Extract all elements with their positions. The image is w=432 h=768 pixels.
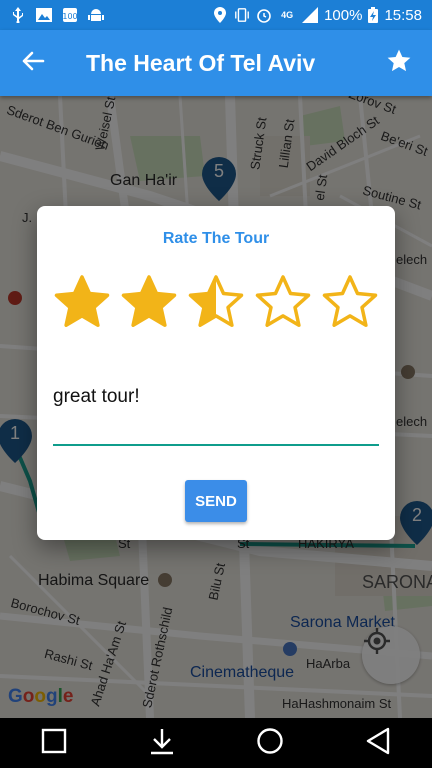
dialog-title: Rate The Tour: [162, 230, 270, 247]
star-icon: [386, 48, 412, 79]
back-icon: [365, 727, 391, 760]
download-button[interactable]: [132, 718, 192, 768]
alarm-icon: [256, 7, 272, 23]
battery-icon: [368, 7, 379, 23]
status-bar: 100 4G 100% 15:58: [0, 0, 432, 30]
recent-apps-button[interactable]: [24, 718, 84, 768]
rating-stars[interactable]: [53, 274, 379, 334]
rating-star-2[interactable]: [120, 274, 178, 332]
vibrate-icon: [234, 7, 250, 23]
back-button[interactable]: [0, 30, 66, 96]
download-icon: [149, 727, 175, 760]
battery-percentage: 100%: [324, 6, 363, 24]
arrow-left-icon: [21, 51, 45, 76]
system-nav-bar: [0, 718, 432, 768]
page-title: The Heart Of Tel Aviv: [86, 49, 316, 76]
home-button[interactable]: [240, 718, 300, 768]
rating-star-3[interactable]: [187, 274, 245, 332]
clock: 15:58: [384, 6, 422, 24]
send-button[interactable]: SEND: [185, 480, 247, 522]
svg-text:100: 100: [62, 12, 77, 21]
status-right-icons: 4G 100% 15:58: [212, 7, 422, 24]
rating-star-4[interactable]: [254, 274, 312, 332]
rate-tour-dialog: Rate The Tour great tour! SEND: [37, 206, 395, 540]
network-type: 4G: [281, 10, 294, 20]
usb-icon: [10, 7, 26, 23]
recent-apps-icon: [41, 728, 67, 759]
favorite-button[interactable]: [366, 30, 432, 96]
app-bar: The Heart Of Tel Aviv: [0, 30, 432, 96]
signal-icon: [302, 7, 319, 23]
image-icon: [36, 7, 52, 23]
back-nav-button[interactable]: [348, 718, 408, 768]
android-icon: [88, 7, 104, 23]
home-icon: [256, 727, 284, 760]
status-left-icons: 100: [10, 7, 212, 23]
comment-input[interactable]: great tour!: [53, 382, 379, 446]
rating-star-1[interactable]: [53, 274, 111, 332]
rating-star-5[interactable]: [321, 274, 379, 332]
speed-icon: 100: [62, 7, 78, 23]
comment-text: great tour!: [53, 386, 140, 407]
location-icon: [212, 7, 228, 23]
